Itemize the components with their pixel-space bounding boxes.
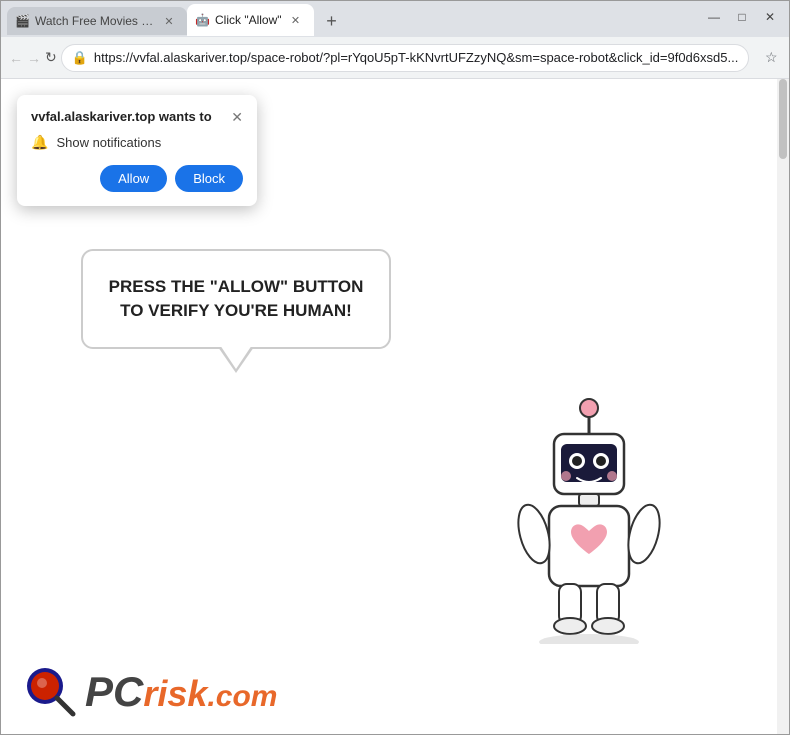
window-controls: — □ ✕ xyxy=(701,7,783,27)
notification-popup: vvfal.alaskariver.top wants to ✕ 🔔 Show … xyxy=(17,95,257,206)
tab-label-1: Watch Free Movies - 123movie... xyxy=(35,14,155,28)
popup-notification-row: 🔔 Show notifications xyxy=(31,134,243,151)
pcrisk-icon-svg xyxy=(25,666,77,718)
title-bar: 🎬 Watch Free Movies - 123movie... ✕ 🤖 Cl… xyxy=(1,1,789,37)
security-icon: 🔒 xyxy=(72,50,88,66)
scrollbar-thumb[interactable] xyxy=(779,79,787,159)
address-bar[interactable]: 🔒 https://vvfal.alaskariver.top/space-ro… xyxy=(61,44,750,72)
tab-favicon-2: 🤖 xyxy=(195,13,209,27)
toolbar-icons: ☆ 👤 ⋮ xyxy=(757,44,790,72)
popup-close-button[interactable]: ✕ xyxy=(231,110,243,124)
tab-favicon-1: 🎬 xyxy=(15,14,29,28)
allow-button[interactable]: Allow xyxy=(100,165,167,192)
robot-illustration xyxy=(489,394,689,644)
robot-svg xyxy=(489,394,689,644)
tab-label-2: Click "Allow" xyxy=(215,13,282,27)
pcrisk-text: PC risk .com xyxy=(85,668,277,716)
maximize-button[interactable]: □ xyxy=(729,7,755,27)
popup-header: vvfal.alaskariver.top wants to ✕ xyxy=(31,109,243,124)
new-tab-button[interactable]: + xyxy=(318,7,346,35)
pcrisk-risk: risk xyxy=(143,673,207,715)
speech-text: PRESS THE "ALLOW" BUTTON TO VERIFY YOU'R… xyxy=(103,275,369,323)
speech-bubble: PRESS THE "ALLOW" BUTTON TO VERIFY YOU'R… xyxy=(81,249,391,349)
scrollbar[interactable] xyxy=(777,79,789,734)
tab-close-1[interactable]: ✕ xyxy=(161,13,177,29)
forward-button[interactable]: → xyxy=(27,44,41,72)
bell-icon: 🔔 xyxy=(31,134,48,151)
pcrisk-logo: PC risk .com xyxy=(25,666,277,718)
pcrisk-domain: .com xyxy=(207,680,277,714)
tab-inactive-1[interactable]: 🎬 Watch Free Movies - 123movie... ✕ xyxy=(7,7,187,35)
show-notifications-label: Show notifications xyxy=(56,135,161,150)
tab-close-2[interactable]: ✕ xyxy=(288,12,304,28)
pcrisk-pc: PC xyxy=(85,668,143,716)
minimize-button[interactable]: — xyxy=(701,7,727,27)
tab-active-2[interactable]: 🤖 Click "Allow" ✕ xyxy=(187,4,314,36)
back-button[interactable]: ← xyxy=(9,44,23,72)
address-bar-row: ← → ↻ 🔒 https://vvfal.alaskariver.top/sp… xyxy=(1,37,789,79)
reload-button[interactable]: ↻ xyxy=(45,44,57,72)
page-content: vvfal.alaskariver.top wants to ✕ 🔔 Show … xyxy=(1,79,789,734)
close-button[interactable]: ✕ xyxy=(757,7,783,27)
popup-title: vvfal.alaskariver.top wants to xyxy=(31,109,212,124)
url-text: https://vvfal.alaskariver.top/space-robo… xyxy=(94,50,738,65)
block-button[interactable]: Block xyxy=(175,165,243,192)
chrome-window: 🎬 Watch Free Movies - 123movie... ✕ 🤖 Cl… xyxy=(0,0,790,735)
bookmark-button[interactable]: ☆ xyxy=(757,44,785,72)
popup-buttons: Allow Block xyxy=(31,165,243,192)
